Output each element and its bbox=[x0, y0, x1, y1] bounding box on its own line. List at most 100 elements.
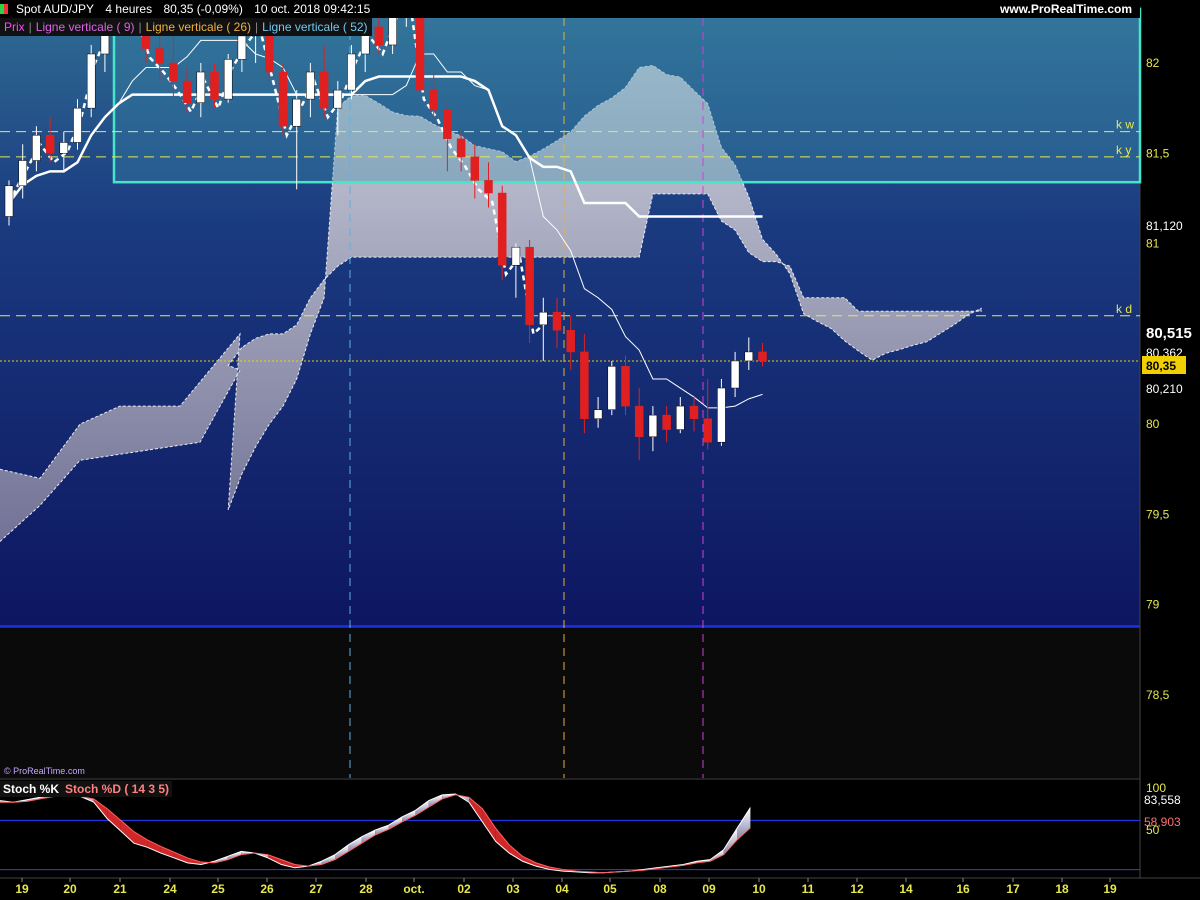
site-url[interactable]: www.ProRealTime.com bbox=[1000, 0, 1132, 18]
x-tick-label: 18 bbox=[1055, 882, 1069, 896]
x-tick-label: 03 bbox=[506, 882, 520, 896]
candle-body bbox=[676, 405, 685, 430]
candle-body bbox=[566, 329, 575, 353]
candle-body bbox=[223, 59, 233, 100]
candle-body bbox=[155, 48, 164, 64]
candle-body bbox=[580, 351, 589, 419]
indicator-legend: Prix | Ligne verticale ( 9) | Ligne vertical… bbox=[0, 18, 372, 36]
x-tick-label: 19 bbox=[1103, 882, 1117, 896]
timestamp: 10 oct. 2018 09:42:15 bbox=[254, 2, 371, 16]
candle-body bbox=[306, 71, 315, 100]
x-tick-label: 16 bbox=[956, 882, 970, 896]
candle-body bbox=[456, 138, 466, 158]
y-tick-label: 79 bbox=[1146, 598, 1160, 612]
last-price-change: 80,35 (-0,09%) bbox=[163, 2, 243, 16]
candle-body bbox=[621, 366, 630, 407]
candle-body bbox=[196, 71, 206, 103]
y-tick-label: 80 bbox=[1146, 417, 1160, 431]
legend-vline-52[interactable]: Ligne verticale ( 52) bbox=[258, 20, 371, 34]
x-tick-label: 19 bbox=[15, 882, 29, 896]
x-tick-label: 21 bbox=[113, 882, 127, 896]
stoch-price-label: 58,903 bbox=[1144, 815, 1181, 829]
candle-body bbox=[730, 360, 740, 389]
x-tick-label: 20 bbox=[63, 882, 77, 896]
x-tick-label: 05 bbox=[603, 882, 617, 896]
x-tick-label: 17 bbox=[1006, 882, 1020, 896]
candle-body bbox=[539, 311, 548, 326]
x-tick-label: 14 bbox=[899, 882, 913, 896]
candle-body bbox=[648, 414, 658, 438]
x-tick-label: 04 bbox=[555, 882, 569, 896]
candle-body bbox=[210, 71, 219, 100]
candle-body bbox=[443, 109, 452, 140]
candle-body bbox=[662, 414, 671, 430]
candle-body bbox=[319, 71, 329, 109]
candle-body bbox=[470, 156, 480, 181]
x-tick-label: 25 bbox=[211, 882, 225, 896]
y-tick-label: 82 bbox=[1146, 56, 1160, 70]
candle-body bbox=[593, 409, 603, 419]
x-tick-label: 10 bbox=[752, 882, 766, 896]
timeframe[interactable]: 4 heures bbox=[105, 2, 152, 16]
price-label: 81,120 bbox=[1146, 219, 1183, 233]
candle-body bbox=[347, 53, 356, 91]
candle-body bbox=[429, 89, 438, 111]
chart-header: Spot AUD/JPY 4 heures 80,35 (-0,09%) 10 … bbox=[0, 0, 1140, 18]
x-tick-label: 26 bbox=[260, 882, 274, 896]
candle-body bbox=[607, 366, 617, 410]
x-tick-label: 02 bbox=[457, 882, 471, 896]
candle-body bbox=[689, 405, 699, 419]
x-tick-label: 11 bbox=[802, 882, 815, 896]
watermark: © ProRealTime.com bbox=[4, 766, 85, 776]
legend-vline-26[interactable]: Ligne verticale ( 26) bbox=[142, 20, 255, 34]
candle-body bbox=[758, 351, 767, 362]
x-tick-label: 24 bbox=[163, 882, 177, 896]
level-label: k d bbox=[1116, 302, 1132, 316]
candle-body bbox=[333, 89, 343, 109]
legend-vline-9[interactable]: Ligne verticale ( 9) bbox=[32, 20, 139, 34]
candle-body bbox=[169, 62, 178, 82]
x-tick-label: 09 bbox=[702, 882, 716, 896]
candle-body bbox=[45, 134, 55, 154]
y-tick-label: 81 bbox=[1146, 237, 1160, 251]
candle-body bbox=[32, 134, 41, 161]
stoch-price-label: 83,558 bbox=[1144, 793, 1181, 807]
x-tick-label: 28 bbox=[359, 882, 373, 896]
candle-body bbox=[511, 246, 521, 266]
level-label: k y bbox=[1116, 143, 1131, 157]
instrument-name[interactable]: Spot AUD/JPY bbox=[16, 2, 94, 16]
candle-body bbox=[497, 192, 507, 266]
x-tick-label: 27 bbox=[309, 882, 323, 896]
x-tick-label: 12 bbox=[850, 882, 864, 896]
y-tick-label: 79,5 bbox=[1146, 507, 1170, 521]
candle-body bbox=[18, 160, 27, 187]
y-tick-label: 78,5 bbox=[1146, 688, 1170, 702]
candle-body bbox=[552, 311, 562, 331]
candle-body bbox=[86, 53, 96, 109]
legend-price[interactable]: Prix bbox=[0, 20, 29, 34]
candle-body bbox=[73, 107, 82, 143]
candle-body bbox=[182, 80, 192, 103]
price-label: 80,515 bbox=[1146, 325, 1192, 342]
x-tick-label: oct. bbox=[403, 882, 424, 896]
candle-body bbox=[4, 185, 14, 217]
candle-body bbox=[703, 418, 712, 443]
candle-body bbox=[525, 246, 534, 326]
candle-body bbox=[717, 387, 726, 443]
stoch-k-label[interactable]: Stoch %K bbox=[0, 782, 62, 796]
candle-body bbox=[59, 142, 69, 154]
candle-body bbox=[374, 26, 384, 46]
candle-body bbox=[292, 98, 301, 127]
price-label: 80,210 bbox=[1146, 382, 1183, 396]
plot-background-lower bbox=[0, 628, 1140, 778]
x-tick-label: 08 bbox=[653, 882, 667, 896]
candle-body bbox=[744, 351, 754, 362]
candlestick-icon bbox=[0, 4, 8, 14]
chart-canvas: k wk yk d 1005083,55858,903 8281,5818079… bbox=[0, 0, 1200, 896]
stoch-d-label[interactable]: Stoch %D ( 14 3 5) bbox=[62, 782, 172, 796]
candle-body bbox=[278, 71, 288, 127]
candle-body bbox=[484, 180, 493, 194]
level-label: k w bbox=[1116, 118, 1134, 132]
candle-body bbox=[237, 35, 247, 60]
price-label: 80,35 bbox=[1146, 359, 1176, 373]
